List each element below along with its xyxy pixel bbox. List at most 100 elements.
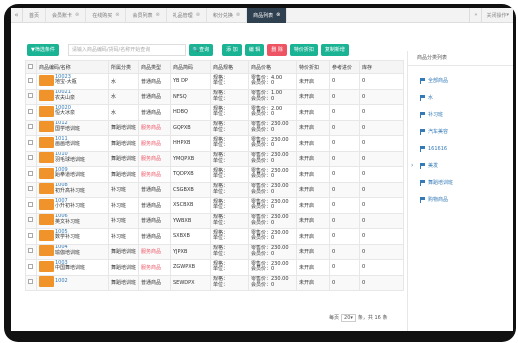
category-panel: 商品分类列表 全部商品水补习班 汽车美容 161616 › 美发 舞蹈培训班 购物商品: [407, 51, 513, 331]
flag-icon: [420, 77, 425, 84]
product-category: 舞蹈培训班: [108, 119, 139, 136]
table-row[interactable]: 1006 英文补习班 补习班 普通商品 YWBXB 规格： 单位： 零售价：230.00 会员价…: [25, 212, 404, 229]
tab-3[interactable]: 会员列表 ⊗: [126, 8, 167, 23]
tab-0[interactable]: 首页: [23, 8, 47, 23]
edit-button[interactable]: 编 辑: [244, 43, 265, 56]
product-short-code: YJPXB: [170, 243, 211, 260]
row-checkbox[interactable]: [25, 119, 37, 136]
table-row[interactable]: 1012 国学培训班 舞蹈培训班 服务商品 GQPXB 规格： 单位： 零售价：230.00 会…: [25, 119, 404, 136]
product-short-code: CSGBXB: [170, 181, 211, 198]
table-row[interactable]: 1008 初升高补习班 补习班 普通商品 CSGBXB 规格： 单位： 零售价：230.00 会…: [25, 181, 404, 198]
tab-close-icon[interactable]: ⊗: [276, 12, 280, 18]
category-item[interactable]: › 美发: [411, 157, 513, 174]
category-item[interactable]: 购物商品: [420, 191, 513, 208]
flag-icon: [420, 179, 425, 186]
row-checkbox[interactable]: [25, 104, 37, 121]
select-all-checkbox[interactable]: [25, 60, 37, 74]
category-item[interactable]: 汽车美容: [420, 123, 513, 140]
page-size-select[interactable]: 20 ▾: [341, 313, 356, 322]
column-header[interactable]: 特价折扣: [296, 60, 330, 74]
tab-scroll-right-icon[interactable]: »: [469, 8, 481, 23]
delete-button[interactable]: 删 除: [267, 43, 287, 56]
product-type: 普通商品: [138, 212, 171, 229]
discount-button[interactable]: 特价折扣: [289, 43, 318, 56]
row-checkbox[interactable]: [25, 259, 37, 276]
table-row[interactable]: 1003 中国舞培训班 舞蹈培训班 服务商品 ZGWPXB 规格： 单位： 零售价：230.0…: [25, 259, 404, 276]
tab-4[interactable]: 礼品管理 ⊗: [167, 8, 207, 23]
category-item[interactable]: 161616: [420, 140, 513, 157]
filter-button[interactable]: ▼ 筛选条件: [27, 43, 59, 56]
tab-close-icon[interactable]: ⊗: [155, 12, 159, 18]
toolbar: ▼ 筛选条件 请输入商品编码/货码/名称开始查询 🔍 查询 添 加 编 辑 删 除…: [27, 43, 352, 56]
product-cost: 0: [329, 150, 360, 167]
category-item[interactable]: 补习班: [420, 106, 513, 123]
tab-close-icon[interactable]: ⊗: [75, 12, 79, 18]
tab-2[interactable]: 在线购买 ⊗: [86, 8, 127, 23]
table-row[interactable]: 1011 画画培训班 舞蹈培训班 服务商品 HHPXB 规格： 单位： 零售价：230.00 会…: [25, 135, 404, 152]
row-checkbox[interactable]: [25, 212, 37, 229]
product-price: 零售价：230.00 会员价：0: [248, 259, 297, 276]
table-row[interactable]: 1002 舞蹈培训班 普通商品 SEWDPX 规格： 单位： 零售价：230.00 会员价：0…: [25, 274, 404, 291]
row-checkbox[interactable]: [25, 197, 37, 214]
product-stock: 0: [359, 88, 404, 105]
close-tabs-menu[interactable]: 关闭操作 ▾: [481, 8, 513, 23]
row-checkbox[interactable]: [25, 166, 37, 183]
product-type: 普通商品: [138, 228, 171, 245]
product-thumbnail: [39, 167, 54, 179]
product-thumbnail: [39, 90, 54, 102]
table-row[interactable]: 1005 数学补习班 补习班 普通商品 SXBXB 规格： 单位： 零售价：230.00 会员价…: [25, 228, 404, 245]
column-header[interactable]: 库存: [359, 60, 404, 74]
column-header[interactable]: 商品类型: [138, 60, 171, 74]
column-header[interactable]: 商品规格: [210, 60, 249, 74]
table-row[interactable]: 1009 跆拳道培训班 舞蹈培训班 服务商品 TQDPXB 规格： 单位： 零售价：230.0…: [25, 166, 404, 183]
product-type: 普通商品: [138, 274, 171, 291]
tab-close-icon[interactable]: ⊗: [115, 12, 119, 18]
selected-arrow-icon: ›: [411, 162, 414, 169]
copy-add-button[interactable]: 复制新增: [320, 43, 349, 56]
row-checkbox[interactable]: [25, 73, 37, 90]
product-stock: 0: [359, 243, 404, 260]
column-header[interactable]: 商品价格: [248, 60, 297, 74]
tab-5[interactable]: 积分兑换 ⊗: [207, 8, 248, 23]
row-checkbox[interactable]: [25, 243, 37, 260]
product-discount: 未开启: [296, 73, 330, 90]
tab-6[interactable]: 商品列表 ⊗: [247, 8, 288, 23]
tab-close-icon[interactable]: ⊗: [196, 12, 200, 18]
tab-scroll-left-icon[interactable]: «: [11, 8, 23, 23]
search-button[interactable]: 🔍 查询: [188, 43, 214, 56]
product-cost: 0: [329, 228, 360, 245]
category-item[interactable]: 水: [420, 89, 513, 106]
product-short-code: NFSQ: [170, 88, 211, 105]
column-header[interactable]: 参考进价: [329, 60, 360, 74]
category-item[interactable]: 全部商品: [420, 72, 513, 89]
table-row[interactable]: 1007 小升初补习班 补习班 普通商品 XSCBXB 规格： 单位： 零售价：230.00 会…: [25, 197, 404, 214]
product-stock: 0: [359, 181, 404, 198]
table-row[interactable]: 1004 瑜伽培训班 舞蹈培训班 服务商品 YJPXB 规格： 单位： 零售价：230.00 会…: [25, 243, 404, 260]
product-code-name: 1008 初升高补习班: [36, 181, 109, 198]
row-checkbox[interactable]: [25, 274, 37, 291]
row-checkbox[interactable]: [25, 181, 37, 198]
product-cost: 0: [329, 197, 360, 214]
row-checkbox[interactable]: [25, 88, 37, 105]
tab-1[interactable]: 会员账卡 ⊗: [46, 8, 87, 23]
product-short-code: YWBXB: [170, 212, 211, 229]
tab-close-icon[interactable]: ⊗: [236, 12, 240, 18]
product-cost: 0: [329, 88, 360, 105]
search-input[interactable]: 请输入商品编码/货码/名称开始查询: [67, 43, 186, 56]
table-row[interactable]: 1010 羽毛球培训班 舞蹈培训班 服务商品 YMQPXB 规格： 单位： 零售价：230.0…: [25, 150, 404, 167]
product-code-name: 1004 瑜伽培训班: [36, 243, 109, 260]
row-checkbox[interactable]: [25, 228, 37, 245]
add-button[interactable]: 添 加: [222, 43, 242, 56]
column-header[interactable]: 所属分类: [108, 60, 139, 74]
product-category: 舞蹈培训班: [108, 243, 139, 260]
row-checkbox[interactable]: [25, 135, 37, 152]
table-row[interactable]: 10021 农夫山泉水普通商品 NFSQ 规格： 单位： 零售价：1.00 会员价：0 未开启…: [25, 88, 404, 105]
table-row[interactable]: 10023 地宝-大瓶水普通商品 YB DP 规格： 单位： 零售价：4.00 会员价：0 未…: [25, 73, 404, 90]
product-code-name: 1002: [36, 274, 109, 291]
category-item[interactable]: 舞蹈培训班: [420, 174, 513, 191]
column-header[interactable]: 商品编码/名称: [36, 60, 109, 74]
column-header[interactable]: 商品简码: [170, 60, 211, 74]
product-cost: 0: [329, 274, 360, 291]
row-checkbox[interactable]: [25, 150, 37, 167]
table-row[interactable]: 10020 恒大冰泉水普通商品 HDBQ 规格： 单位： 零售价：2.00 会员价：0 未开启…: [25, 104, 404, 121]
